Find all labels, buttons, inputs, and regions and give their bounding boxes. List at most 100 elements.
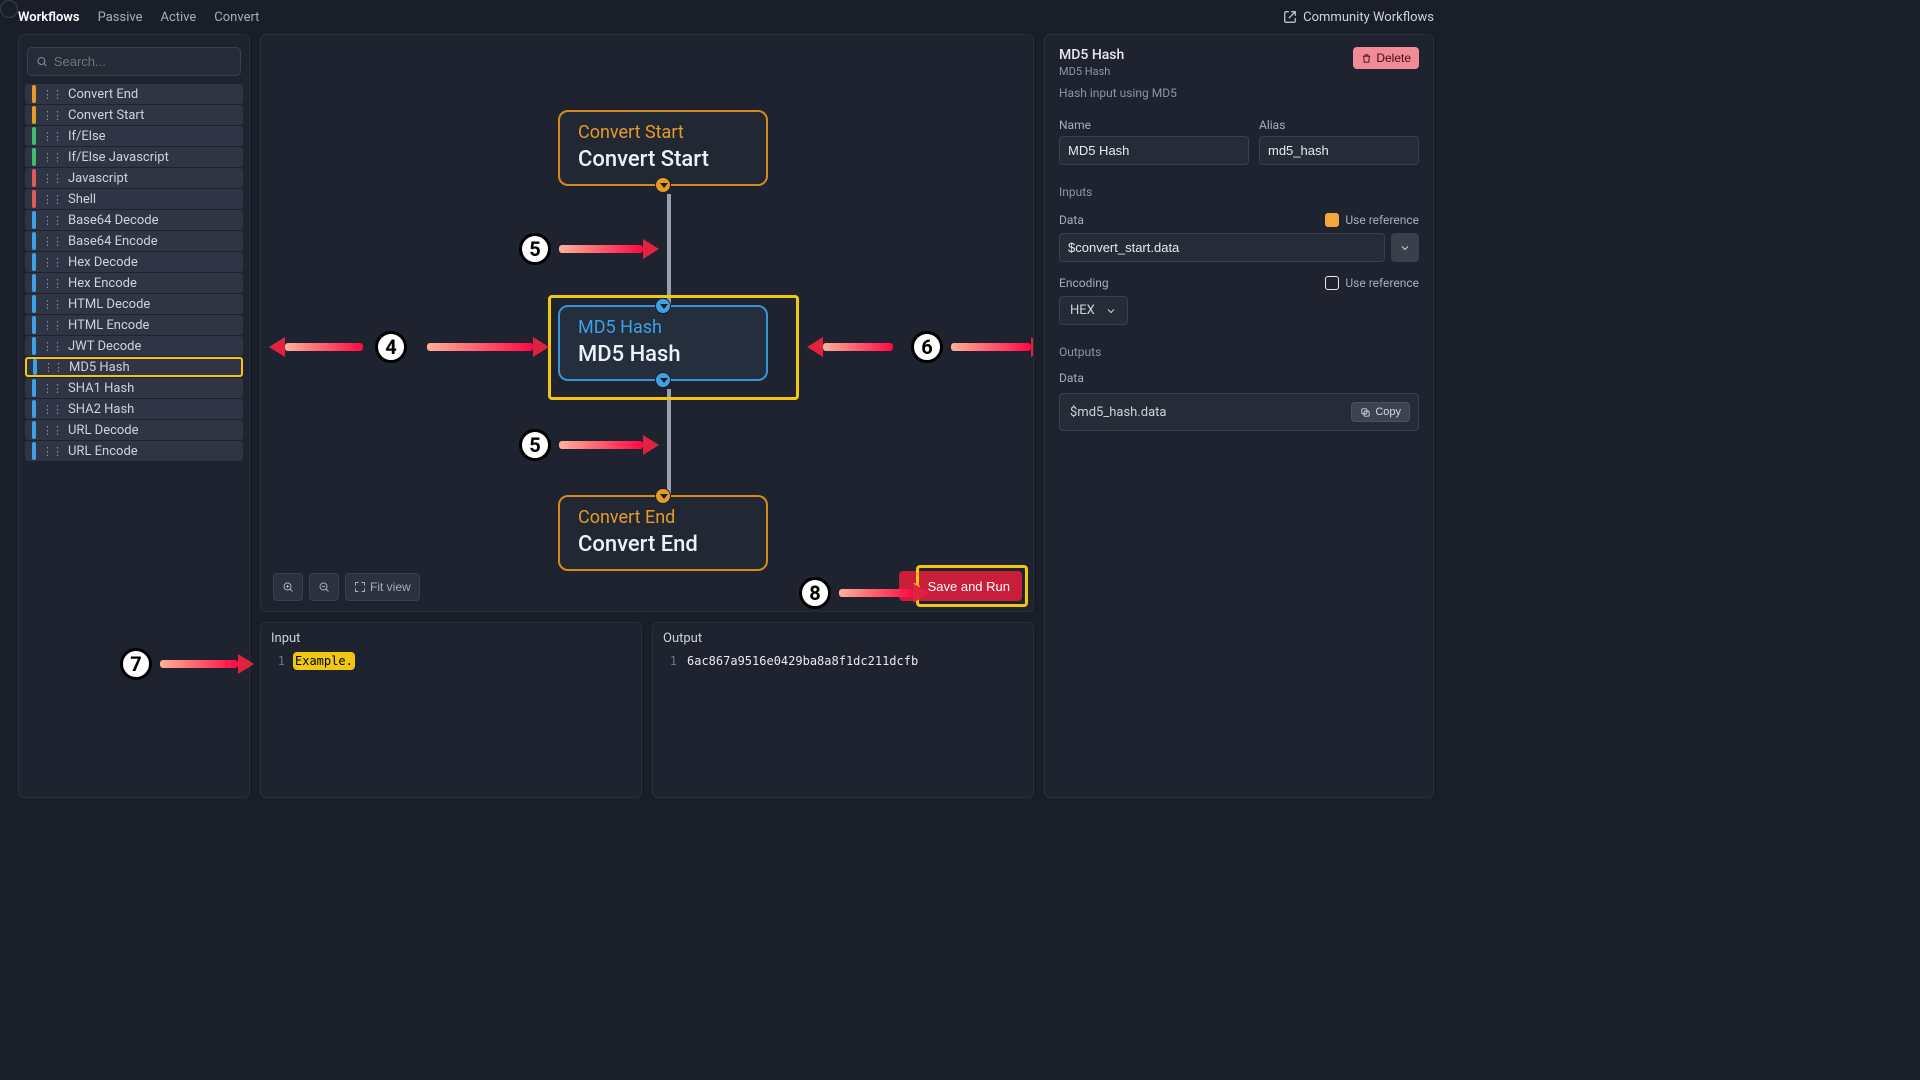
nodelist-item[interactable]: ⋮⋮HTML Encode xyxy=(25,315,243,335)
tab-passive[interactable]: Passive xyxy=(98,10,143,25)
nodelist-item[interactable]: ⋮⋮HTML Decode xyxy=(25,294,243,314)
port-out-icon[interactable] xyxy=(655,372,671,388)
zoom-out-icon xyxy=(318,581,330,593)
inspector-title: MD5 Hash xyxy=(1059,47,1124,63)
nodelist-item[interactable]: ⋮⋮ If/Else xyxy=(25,126,243,146)
port-in-icon[interactable] xyxy=(655,488,671,504)
nodelist-item-label: MD5 Hash xyxy=(69,360,130,375)
input-editor[interactable]: 1Example. xyxy=(261,654,641,797)
color-bar xyxy=(32,211,36,229)
trash-icon xyxy=(1361,53,1372,64)
use-reference-toggle-data[interactable]: Use reference xyxy=(1325,213,1419,227)
grip-icon: ⋮⋮ xyxy=(42,130,62,143)
encoding-select[interactable]: HEX xyxy=(1059,296,1128,325)
use-reference-label: Use reference xyxy=(1345,213,1419,227)
nodelist-item[interactable]: ⋮⋮Hex Decode xyxy=(25,252,243,272)
grip-icon: ⋮⋮ xyxy=(42,193,62,206)
collapse-sidebar-icon[interactable] xyxy=(0,0,18,18)
node-convert-end[interactable]: Convert End Convert End xyxy=(558,495,768,571)
color-bar xyxy=(32,316,36,334)
annot-number: 5 xyxy=(519,233,551,265)
color-bar xyxy=(32,442,36,460)
grip-icon: ⋮⋮ xyxy=(42,109,62,122)
zoom-out-button[interactable] xyxy=(309,573,339,601)
nodelist-item[interactable]: ⋮⋮Hex Encode xyxy=(25,273,243,293)
nodelist-item[interactable]: ⋮⋮SHA2 Hash xyxy=(25,399,243,419)
fit-view-button[interactable]: Fit view xyxy=(345,573,420,601)
nodelist-item[interactable]: ⋮⋮ SHA1 Hash xyxy=(25,378,243,398)
input-label: Input xyxy=(261,623,641,654)
nodelist-item[interactable]: ⋮⋮Convert End xyxy=(25,84,243,104)
nodelist-item-label: If/Else xyxy=(68,129,106,144)
grip-icon: ⋮⋮ xyxy=(42,298,62,311)
delete-button[interactable]: Delete xyxy=(1353,47,1419,69)
grip-icon: ⋮⋮ xyxy=(42,256,62,269)
grip-icon: ⋮⋮ xyxy=(42,319,62,332)
color-bar xyxy=(32,169,36,187)
annot-number: 6 xyxy=(911,331,943,363)
output-viewer: 16ac867a9516e0429ba8a8f1dc211dcfb xyxy=(653,654,1033,797)
nodelist-item-label: Javascript xyxy=(68,171,128,186)
name-field[interactable] xyxy=(1059,136,1249,165)
port-in-icon[interactable] xyxy=(655,298,671,314)
zoom-in-icon xyxy=(282,581,294,593)
tab-active[interactable]: Active xyxy=(160,10,196,25)
nodelist-item[interactable]: ⋮⋮Javascript xyxy=(25,168,243,188)
nodelist-item[interactable]: ⋮⋮If/Else Javascript xyxy=(25,147,243,167)
community-workflows-label: Community Workflows xyxy=(1303,10,1434,25)
search-input-wrap[interactable] xyxy=(27,47,241,76)
color-bar xyxy=(32,127,36,145)
color-bar xyxy=(32,253,36,271)
use-reference-toggle-encoding[interactable]: Use reference xyxy=(1325,276,1419,290)
output-label: Output xyxy=(653,623,1033,654)
color-bar xyxy=(32,106,36,124)
nodelist-item-label: URL Encode xyxy=(68,444,138,459)
canvas[interactable]: Convert Start Convert Start MD5 Hash MD5… xyxy=(260,34,1034,612)
input-text: Example. xyxy=(295,654,353,668)
nodelist-item[interactable]: ⋮⋮Convert Start xyxy=(25,105,243,125)
alias-field[interactable] xyxy=(1259,136,1419,165)
nodelist-item[interactable]: ⋮⋮ Base64 Decode xyxy=(25,210,243,230)
node-md5-hash[interactable]: MD5 Hash MD5 Hash xyxy=(558,305,768,381)
nodelist-item-label: Base64 Decode xyxy=(68,213,158,228)
fit-view-icon xyxy=(354,581,366,593)
zoom-in-button[interactable] xyxy=(273,573,303,601)
encoding-label: Encoding xyxy=(1059,276,1109,290)
nodelist-item[interactable]: ⋮⋮Shell xyxy=(25,189,243,209)
grip-icon: ⋮⋮ xyxy=(42,151,62,164)
nodelist-item-label: SHA1 Hash xyxy=(68,381,134,396)
community-workflows-link[interactable]: Community Workflows xyxy=(1283,10,1434,25)
annot-number: 8 xyxy=(799,577,831,609)
name-label: Name xyxy=(1059,118,1249,132)
nodelist-item-label: Base64 Encode xyxy=(68,234,158,249)
nodelist-item[interactable]: ⋮⋮Base64 Encode xyxy=(25,231,243,251)
annot-number: 4 xyxy=(375,331,407,363)
node-list: ⋮⋮Convert End⋮⋮Convert Start⋮⋮If/Else⋮⋮I… xyxy=(25,84,243,461)
alias-label: Alias xyxy=(1259,118,1419,132)
grip-icon: ⋮⋮ xyxy=(42,340,62,353)
outputs-section-label: Outputs xyxy=(1059,345,1419,359)
nodelist-item-label: URL Decode xyxy=(68,423,139,438)
data-reference-field[interactable] xyxy=(1059,233,1385,262)
color-bar xyxy=(32,232,36,250)
nodelist-item[interactable]: ⋮⋮ JWT Decode xyxy=(25,336,243,356)
grip-icon: ⋮⋮ xyxy=(42,88,62,101)
node-name: Convert End xyxy=(578,532,748,557)
copy-button[interactable]: Copy xyxy=(1351,402,1410,422)
data-reference-dropdown[interactable] xyxy=(1391,233,1419,262)
nodelist-item-label: JWT Decode xyxy=(68,339,141,354)
tab-convert[interactable]: Convert xyxy=(214,10,259,25)
grip-icon: ⋮⋮ xyxy=(42,382,62,395)
output-data-label: Data xyxy=(1059,371,1419,385)
nodelist-item[interactable]: ⋮⋮ MD5 Hash xyxy=(25,357,243,377)
checkbox-icon xyxy=(1325,213,1339,227)
nodelist-item[interactable]: ⋮⋮URL Encode xyxy=(25,441,243,461)
grip-icon: ⋮⋮ xyxy=(42,214,62,227)
grip-icon: ⋮⋮ xyxy=(43,361,63,374)
node-convert-start[interactable]: Convert Start Convert Start xyxy=(558,110,768,186)
nodelist-item[interactable]: ⋮⋮URL Decode xyxy=(25,420,243,440)
port-out-icon[interactable] xyxy=(655,177,671,193)
chevron-down-icon xyxy=(1105,305,1117,317)
search-input[interactable] xyxy=(54,54,232,69)
tab-workflows[interactable]: Workflows xyxy=(18,10,80,25)
